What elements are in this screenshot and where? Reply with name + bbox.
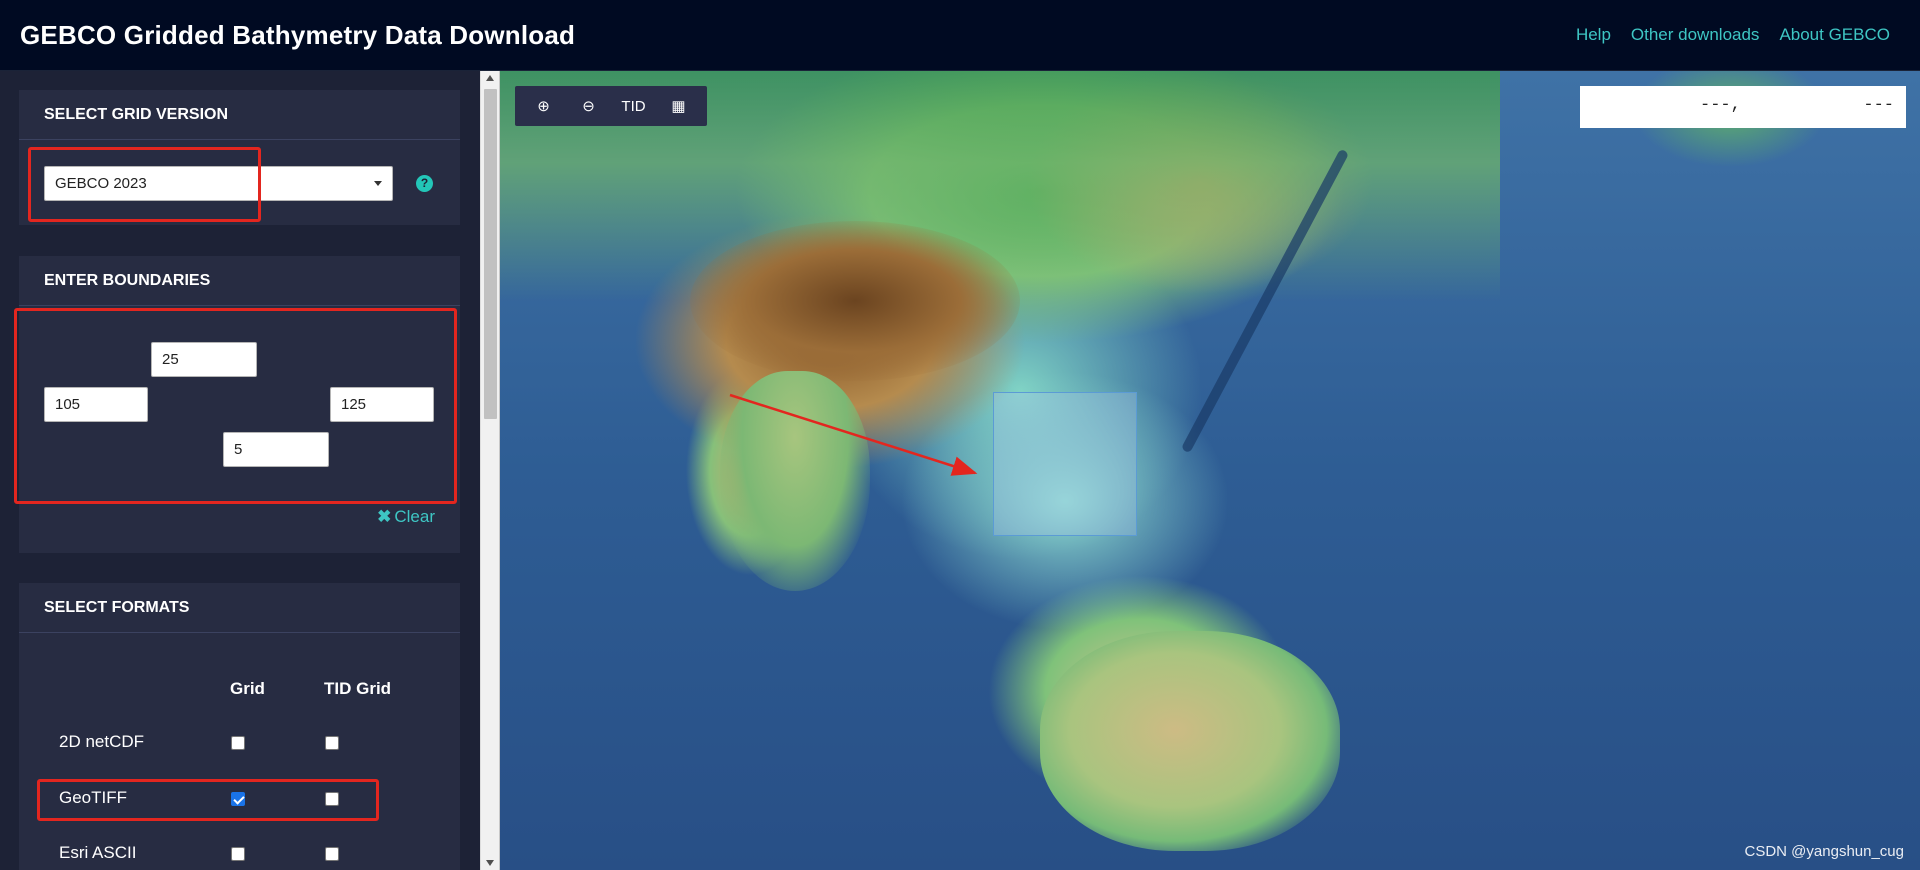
annotation-arrow (729, 393, 978, 476)
arrow-line (729, 393, 978, 476)
watermark-text: CSDN @yangshun_cug (1744, 843, 1904, 860)
